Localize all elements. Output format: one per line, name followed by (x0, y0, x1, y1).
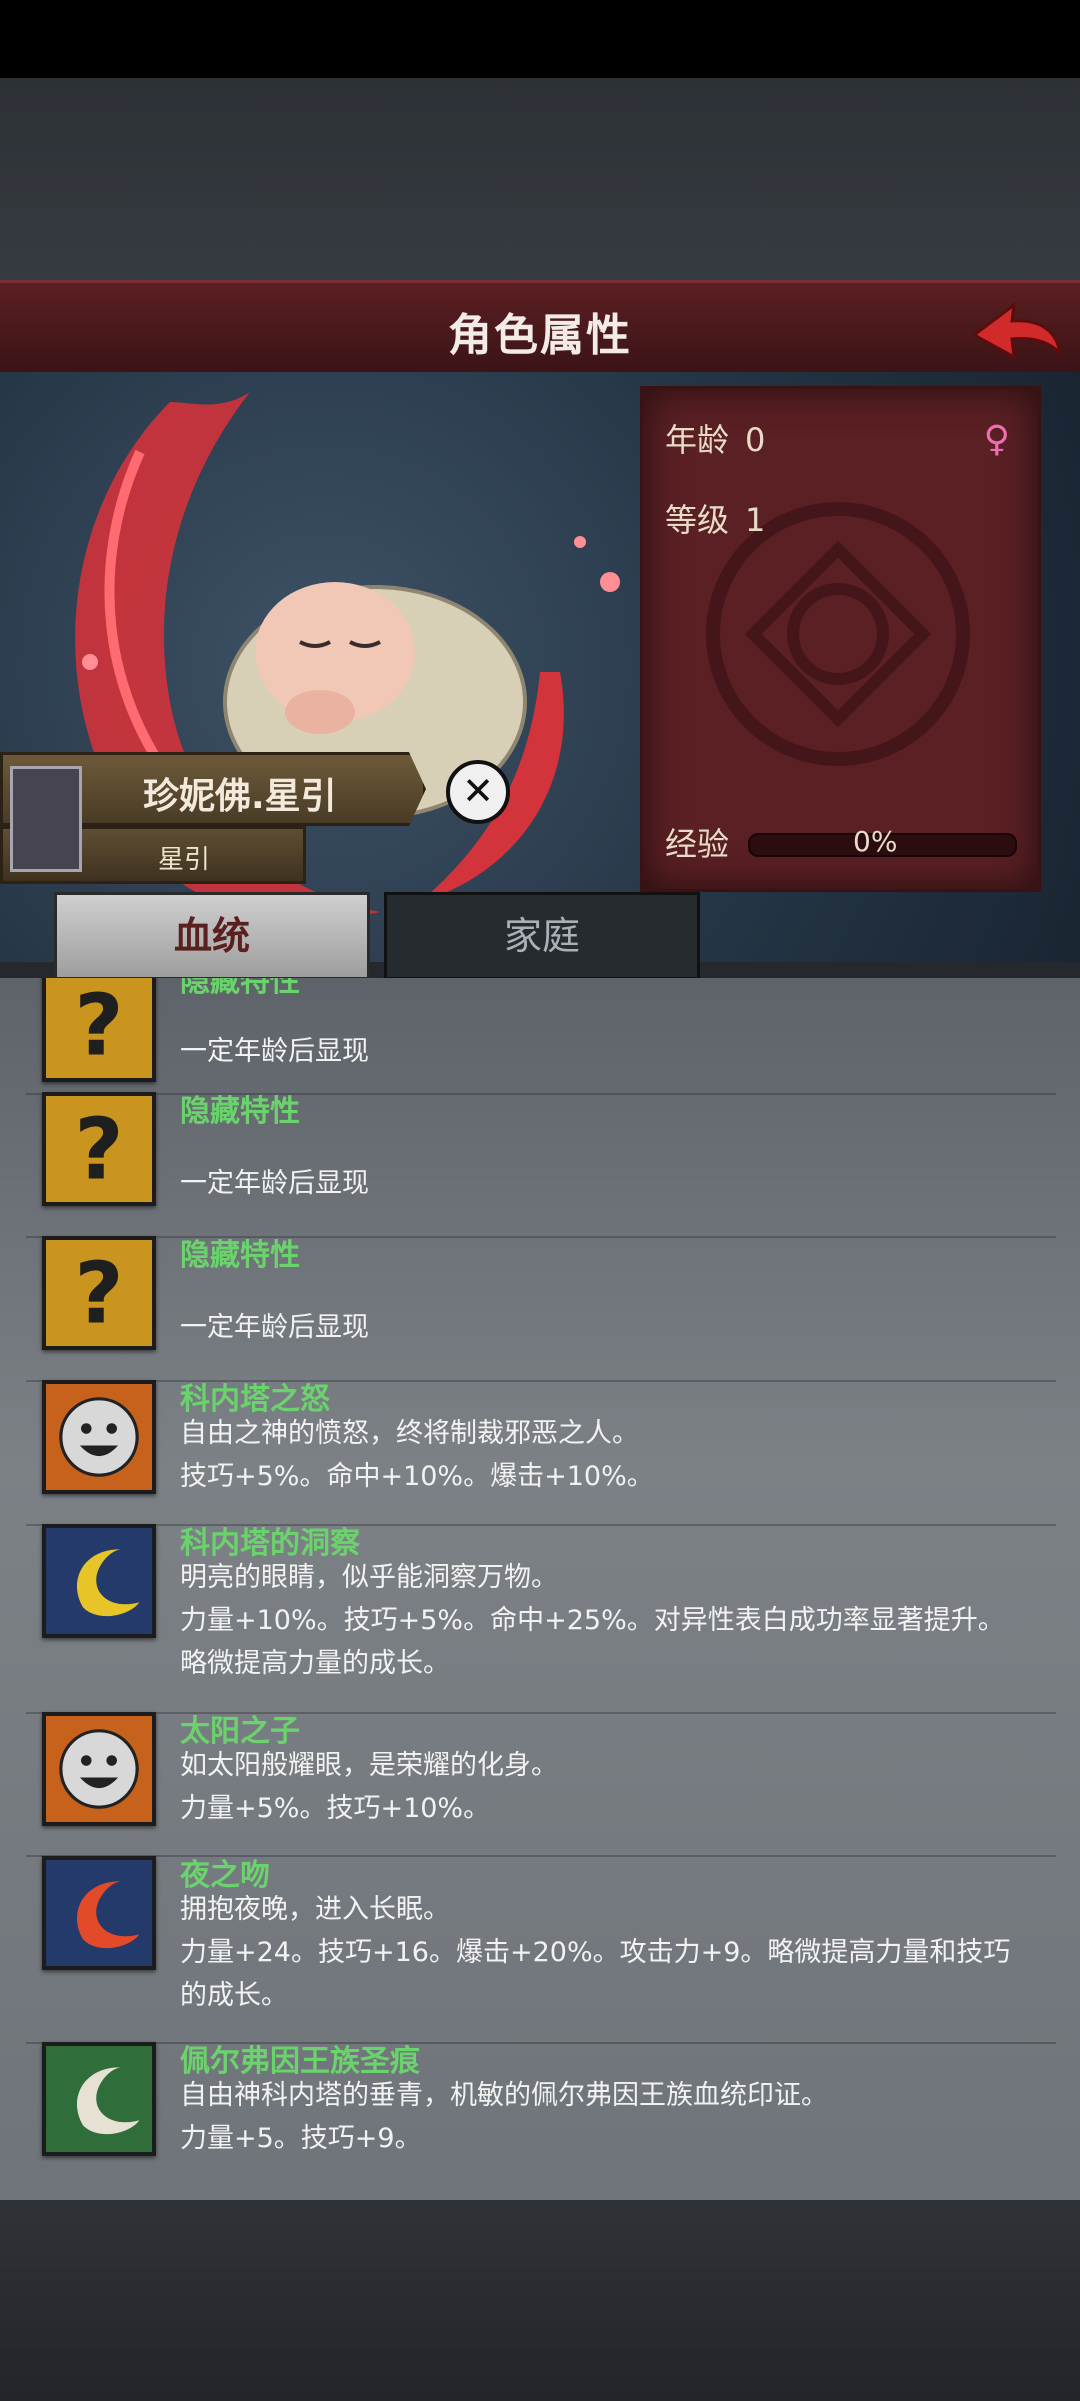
exp-label: 经验 (665, 825, 730, 863)
level-label: 等级 (665, 501, 730, 539)
close-button[interactable]: ✕ (446, 760, 510, 824)
trait-desc: 技巧+5%。命中+10%。爆击+10%。 (180, 1461, 654, 1492)
svg-text:?: ? (74, 1244, 123, 1343)
tab-family[interactable]: 家庭 (384, 892, 700, 980)
question-icon: ? (42, 1236, 156, 1350)
title-bar: 角色属性 (0, 280, 1080, 378)
back-button[interactable] (966, 295, 1066, 365)
smiley-face-icon (42, 1380, 156, 1494)
yellow-crescent-icon (42, 1524, 156, 1638)
level-value: 1 (745, 501, 766, 539)
house-crest-icon (10, 766, 82, 872)
trait-desc: 略微提高力量的成长。 (180, 1648, 450, 1679)
bottom-backdrop (0, 2200, 1080, 2401)
trait-desc: 自由神科内塔的垂青，机敏的佩尔弗因王族血统印证。 (180, 2080, 828, 2111)
question-icon: ? (42, 1092, 156, 1206)
trait-desc: 一定年龄后显现 (180, 1312, 369, 1343)
tab-bloodline[interactable]: 血统 (54, 892, 370, 980)
trait-desc: 一定年龄后显现 (180, 1036, 369, 1067)
trait-desc: 如太阳般耀眼，是荣耀的化身。 (180, 1750, 558, 1781)
stats-panel: 年龄 0 ♀ 等级 1 经验 0% (640, 386, 1041, 892)
level-row: 等级 1 (665, 495, 765, 541)
age-row: 年龄 0 (665, 415, 765, 461)
exp-value: 0% (853, 825, 898, 858)
question-icon: ? (42, 978, 156, 1082)
trait-name: 隐藏特性 (180, 978, 300, 999)
trait-desc: 力量+10%。技巧+5%。命中+25%。对异性表白成功率显著提升。 (180, 1605, 1005, 1636)
trait-desc: 力量+5。技巧+9。 (180, 2123, 422, 2154)
age-label: 年龄 (665, 421, 730, 459)
smiley-face-icon (42, 1712, 156, 1826)
trait-desc: 的成长。 (180, 1980, 288, 2011)
female-gender-icon: ♀ (983, 419, 1010, 460)
white-crescent-icon (42, 2042, 156, 2156)
trait-desc: 力量+5%。技巧+10%。 (180, 1793, 491, 1824)
trait-name: 隐藏特性 (180, 1238, 300, 1273)
trait-desc: 自由之神的愤怒，终将制裁邪恶之人。 (180, 1418, 639, 1449)
tab-bar: 血统 家庭 (0, 888, 1080, 980)
trait-desc: 明亮的眼睛，似乎能洞察万物。 (180, 1562, 558, 1593)
svg-text:?: ? (74, 978, 123, 1075)
top-backdrop (0, 78, 1080, 280)
red-crescent-icon (42, 1856, 156, 1970)
trait-desc: 一定年龄后显现 (180, 1168, 369, 1199)
house-name: 星引 (158, 845, 211, 875)
trait-name: 隐藏特性 (180, 1094, 300, 1129)
trait-desc: 力量+24。技巧+16。爆击+20%。攻击力+9。略微提高力量和技巧 (180, 1937, 1011, 1968)
svg-text:?: ? (74, 1100, 123, 1199)
trait-list[interactable]: ? 隐藏特性 一定年龄后显现 ? 隐藏特性 一定年龄后显现 ? 隐藏特性 一定年… (0, 978, 1080, 2200)
age-value: 0 (745, 421, 766, 459)
back-arrow-icon (971, 301, 1063, 360)
character-name: 珍妮佛.星引 (143, 776, 337, 817)
close-icon: ✕ (462, 769, 494, 813)
page-title: 角色属性 (448, 310, 632, 361)
trait-desc: 拥抱夜晚，进入长眠。 (180, 1894, 450, 1925)
status-bar (0, 0, 1080, 78)
